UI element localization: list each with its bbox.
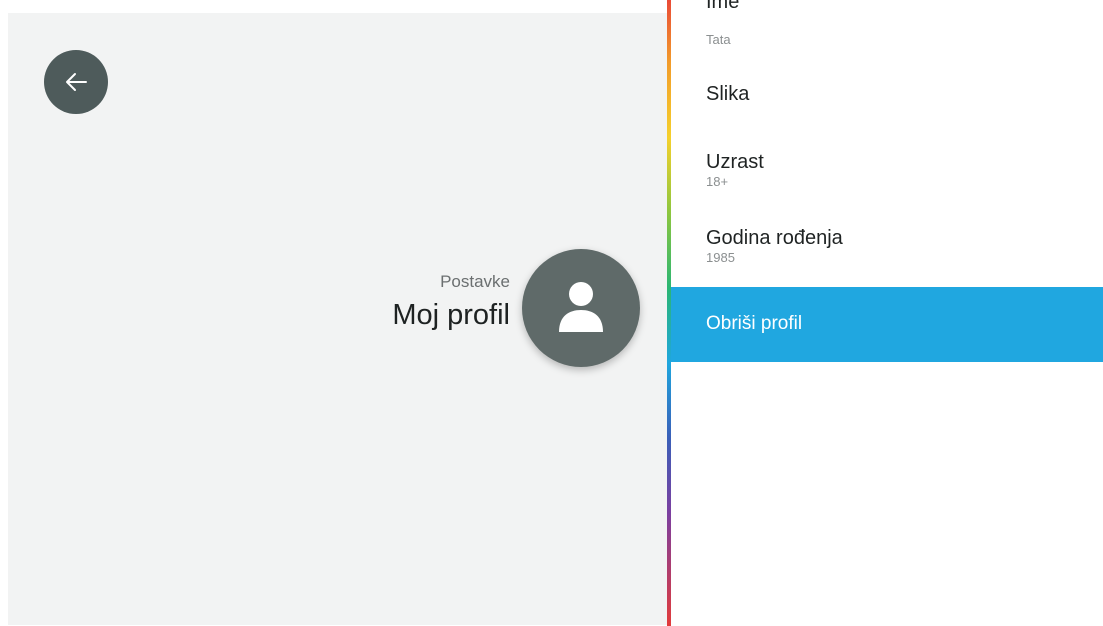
- menu-item-label: Ime: [706, 0, 740, 13]
- profile-menu: Ime Tata Slika Uzrast 18+ Godina rođenja…: [671, 0, 1103, 626]
- person-icon: [551, 276, 611, 341]
- arrow-left-icon: [61, 67, 91, 97]
- page-title: Moj profil: [392, 299, 510, 331]
- menu-item-value: 1985: [706, 250, 735, 265]
- profile-settings-screen: Postavke Moj profil Ime Tata Slika Uzras…: [0, 0, 1103, 626]
- menu-item-label: Obriši profil: [706, 312, 803, 334]
- menu-item-value: 18+: [706, 174, 729, 189]
- menu-item-label: Slika: [706, 83, 750, 105]
- menu-item-label: Godina rođenja: [706, 227, 843, 249]
- header-block: Postavke Moj profil: [392, 271, 510, 333]
- menu-item-slika[interactable]: Slika: [671, 82, 1103, 132]
- menu-item-uzrast[interactable]: Uzrast 18+: [671, 150, 1103, 210]
- menu-item-label: Uzrast: [706, 151, 764, 173]
- menu-item-ime[interactable]: Ime Tata: [671, 0, 1103, 64]
- breadcrumb: Postavke: [440, 272, 510, 291]
- menu-item-value: Tata: [706, 32, 731, 47]
- back-button[interactable]: [44, 50, 108, 114]
- menu-item-obrisi-profil[interactable]: Obriši profil: [671, 287, 1103, 362]
- avatar: [522, 249, 640, 367]
- menu-item-godina-rodjenja[interactable]: Godina rođenja 1985: [671, 226, 1103, 286]
